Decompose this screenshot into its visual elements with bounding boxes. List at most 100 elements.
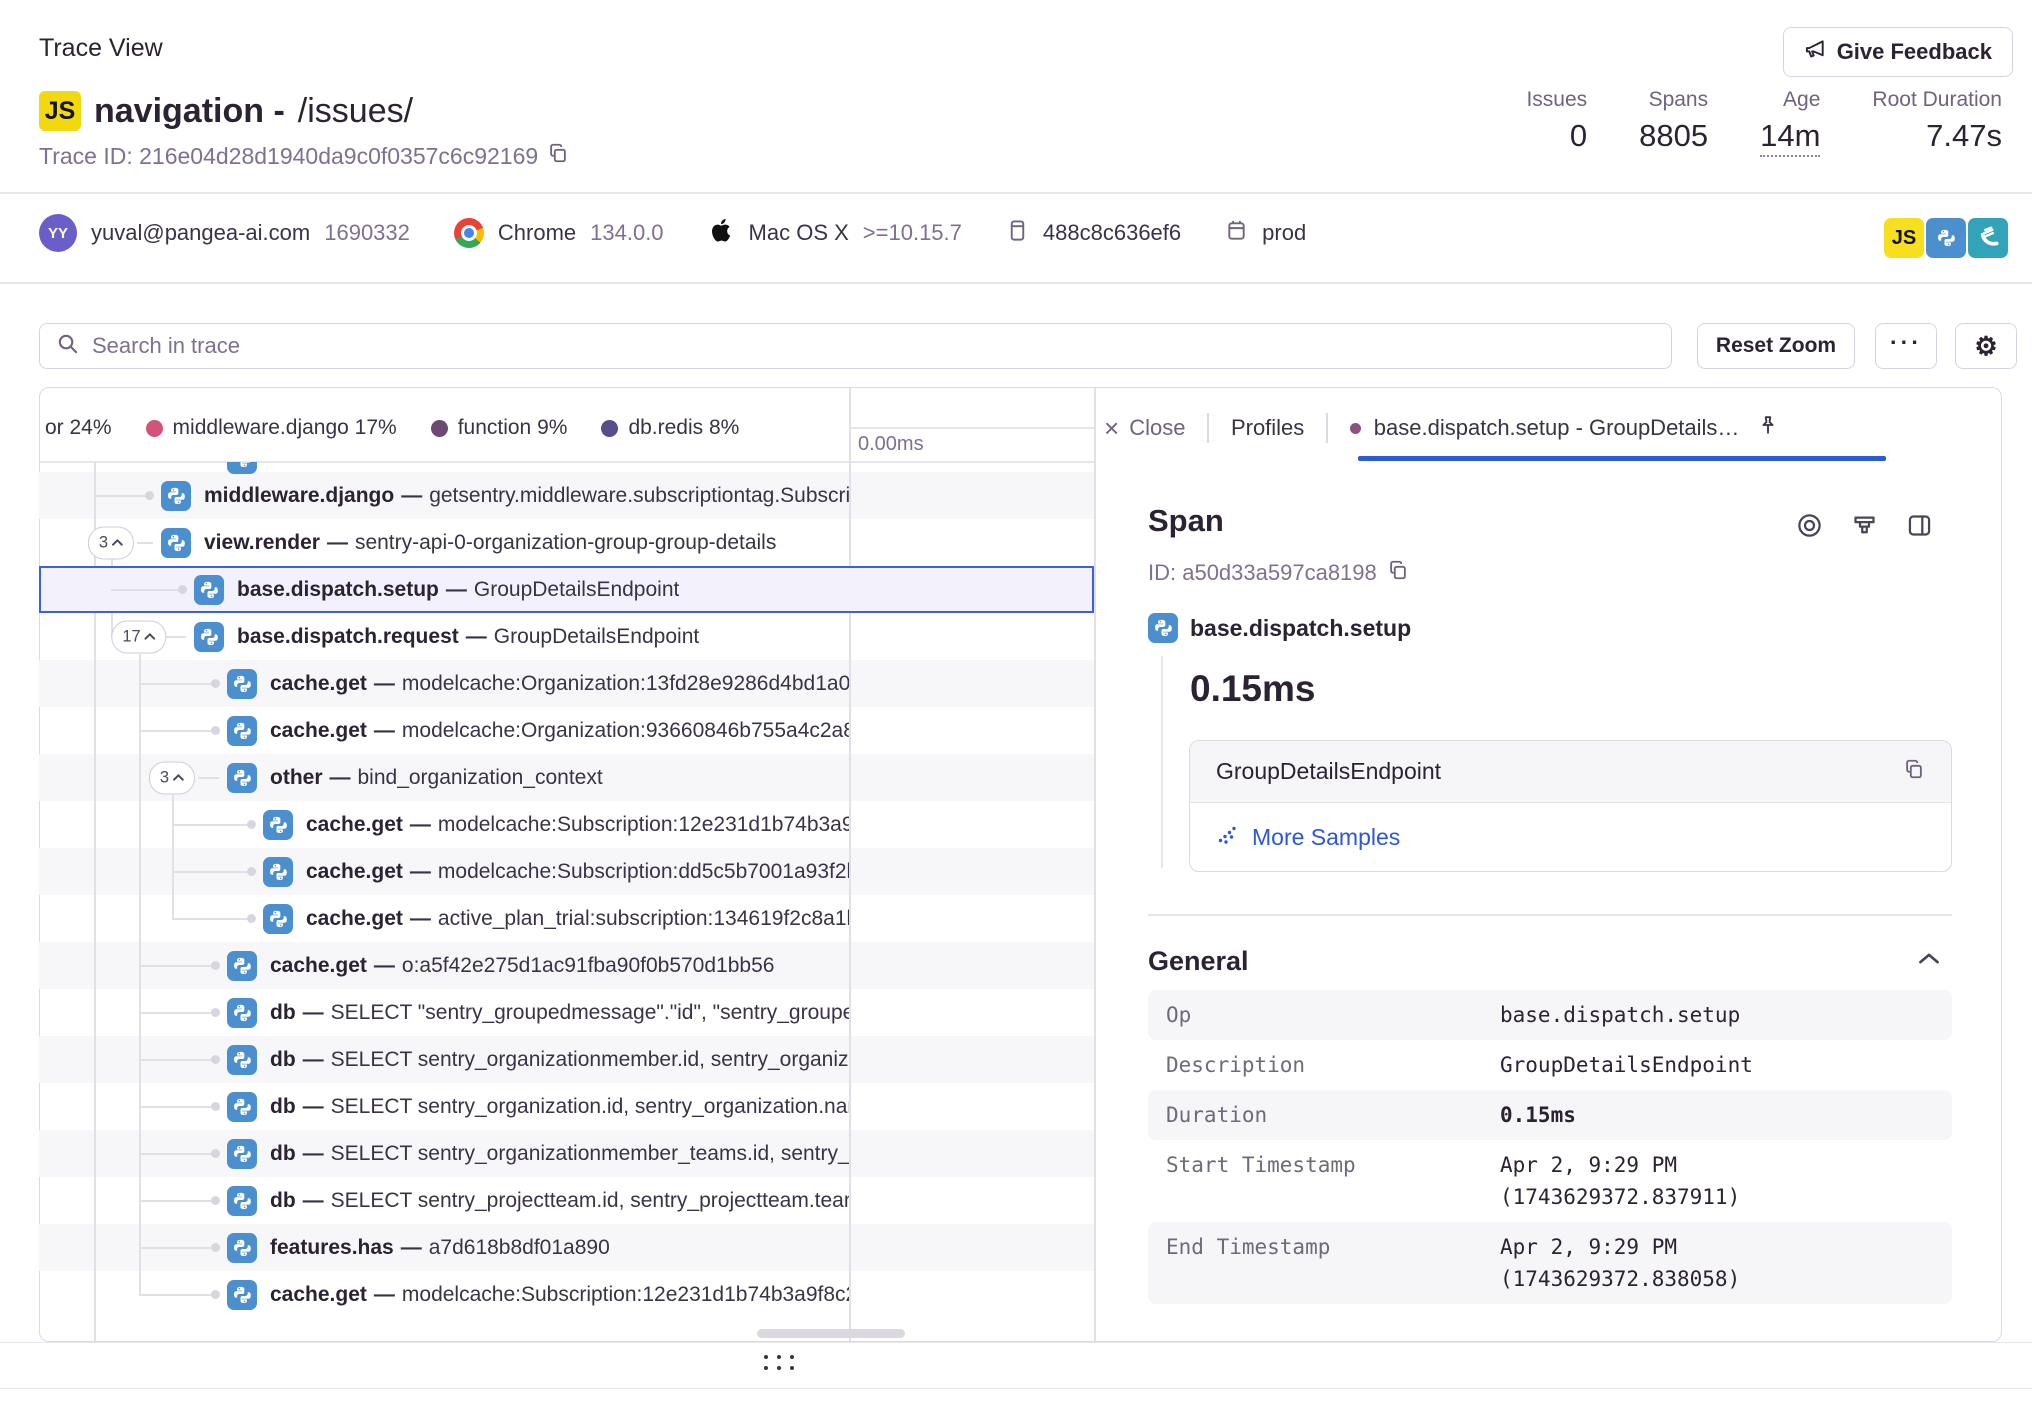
sample-card: GroupDetailsEndpoint More Samples <box>1189 740 1952 872</box>
tree-connector <box>139 965 215 967</box>
span-row-content: base.dispatch.request—GroupDetailsEndpoi… <box>194 613 849 660</box>
tree-connector-dot <box>211 679 220 688</box>
python-icon <box>194 622 224 652</box>
python-icon <box>161 481 191 511</box>
general-key: End Timestamp <box>1166 1231 1500 1295</box>
search-input[interactable] <box>90 332 1655 360</box>
drag-handle[interactable] <box>764 1355 794 1370</box>
python-icon <box>194 575 224 605</box>
span-row-label: middleware.django—getsentry.middleware.s… <box>204 484 849 508</box>
tree-connector <box>139 730 215 732</box>
python-icon <box>227 1092 257 1122</box>
transaction-path: /issues/ <box>298 92 413 131</box>
flamegraph-icon[interactable] <box>1851 512 1878 544</box>
tree-connector <box>111 589 182 591</box>
python-icon <box>263 904 293 934</box>
chrome-icon <box>454 218 484 248</box>
user-avatar[interactable]: YY <box>39 214 77 252</box>
general-value: base.dispatch.setup <box>1500 999 1740 1031</box>
close-icon[interactable]: × <box>1104 415 1119 441</box>
span-row-label: cache.get—modelcache:Subscription:dd5c5b… <box>306 860 849 884</box>
more-samples-link[interactable]: More Samples <box>1252 824 1400 851</box>
horizontal-scrollbar[interactable] <box>757 1329 905 1338</box>
python-icon <box>1148 613 1178 643</box>
span-row-content: view.render—sentry-api-0-organization-gr… <box>161 519 849 566</box>
tree-connector <box>139 1294 215 1296</box>
tab-profiles[interactable]: Profiles <box>1231 415 1304 441</box>
span-row-label: db—SELECT "sentry_groupedmessage"."id", … <box>270 1001 849 1025</box>
give-feedback-button[interactable]: Give Feedback <box>1783 27 2013 77</box>
span-row-content: cache.get—o:a5f42e275d1ac91fba90f0b570d1… <box>227 942 849 989</box>
span-row-content: db—SELECT sentry_organizationmember.id, … <box>227 1036 849 1083</box>
tree-connector <box>172 918 251 920</box>
tree-connector <box>172 871 251 873</box>
settings-button[interactable]: ⚙ <box>1955 323 2017 369</box>
python-icon <box>227 1280 257 1310</box>
tree-connector <box>165 636 186 638</box>
chevron-up-icon[interactable] <box>1918 952 1940 970</box>
tree-timeline-divider[interactable] <box>849 388 851 1341</box>
tree-connector <box>139 1059 215 1061</box>
python-icon <box>227 1233 257 1263</box>
tree-connector-dot <box>211 1102 220 1111</box>
tree-connector-dot <box>211 1196 220 1205</box>
focus-icon[interactable] <box>1796 512 1823 544</box>
span-row-label: base.dispatch.setup—GroupDetailsEndpoint <box>237 578 679 602</box>
legend-item[interactable]: function 9% <box>431 416 568 440</box>
python-icon <box>227 1045 257 1075</box>
active-tab-underline <box>1358 456 1886 461</box>
span-row-label: features.has—a7d618b8df01a890 <box>270 1236 610 1260</box>
device-id: 488c8c636ef6 <box>1043 220 1181 246</box>
python-platform-icon <box>1926 218 1966 258</box>
tree-connector <box>139 1153 215 1155</box>
collapse-badge[interactable]: 17 <box>111 620 166 653</box>
collapse-badge[interactable]: 3 <box>149 761 195 794</box>
python-icon <box>161 528 191 558</box>
tree-connector <box>198 777 219 779</box>
span-row-content: cache.get—modelcache:Organization:13fd28… <box>227 660 849 707</box>
python-icon <box>227 763 257 793</box>
user-email: yuval@pangea-ai.com <box>91 220 310 246</box>
legend-item[interactable]: db.redis 8% <box>601 416 739 440</box>
trace-stats: Issues0Spans8805Age14mRoot Duration7.47s <box>1526 88 2002 157</box>
span-row-content: cache.get—modelcache:Subscription:12e231… <box>263 801 849 848</box>
span-row-label: db—SELECT sentry_organizationmember_team… <box>270 1142 849 1166</box>
tree-connector <box>137 542 153 544</box>
pin-icon[interactable] <box>1757 414 1779 442</box>
copy-icon[interactable] <box>547 142 569 170</box>
javascript-platform-icon: JS <box>1884 218 1924 258</box>
device-icon <box>1006 219 1029 248</box>
split-panel-icon[interactable] <box>1906 512 1933 544</box>
collapse-badge[interactable]: 3 <box>88 526 134 559</box>
legend-dot <box>431 420 448 437</box>
reset-zoom-button[interactable]: Reset Zoom <box>1697 323 1855 369</box>
gear-icon: ⚙ <box>1974 331 1997 362</box>
tab-active-span[interactable]: base.dispatch.setup - GroupDetails… <box>1374 415 1740 441</box>
span-row-content: cache.get—modelcache:Subscription:dd5c5b… <box>263 848 849 895</box>
tree-connector-dot <box>211 1055 220 1064</box>
tree-connector-dot <box>211 1243 220 1252</box>
span-op-title: base.dispatch.setup <box>1190 615 1411 642</box>
span-row-label: cache.get—modelcache:Organization:13fd28… <box>270 672 849 696</box>
legend-item[interactable]: middleware.django 17% <box>146 416 397 440</box>
timeline-detail-divider[interactable] <box>1094 388 1096 1341</box>
copy-icon[interactable] <box>1387 559 1409 587</box>
python-icon <box>227 716 257 746</box>
span-row-content: cache.get—modelcache:Subscription:12e231… <box>227 1271 849 1318</box>
legend-item[interactable]: or 24% <box>45 416 112 440</box>
more-options-button[interactable]: ··· <box>1875 323 1937 369</box>
tree-connector-dot <box>211 1290 220 1299</box>
python-icon <box>227 1186 257 1216</box>
tree-connector <box>94 495 149 497</box>
copy-icon[interactable] <box>1903 758 1925 786</box>
python-icon <box>263 857 293 887</box>
python-icon <box>227 998 257 1028</box>
general-table: Opbase.dispatch.setupDescriptionGroupDet… <box>1148 990 1952 1304</box>
search-bar <box>39 323 1672 369</box>
general-key: Description <box>1166 1049 1500 1081</box>
close-tab-label[interactable]: Close <box>1129 415 1185 441</box>
python-icon <box>227 1139 257 1169</box>
tree-connector-dot <box>247 914 256 923</box>
sample-title: GroupDetailsEndpoint <box>1216 758 1441 785</box>
general-heading: General <box>1148 946 1249 977</box>
